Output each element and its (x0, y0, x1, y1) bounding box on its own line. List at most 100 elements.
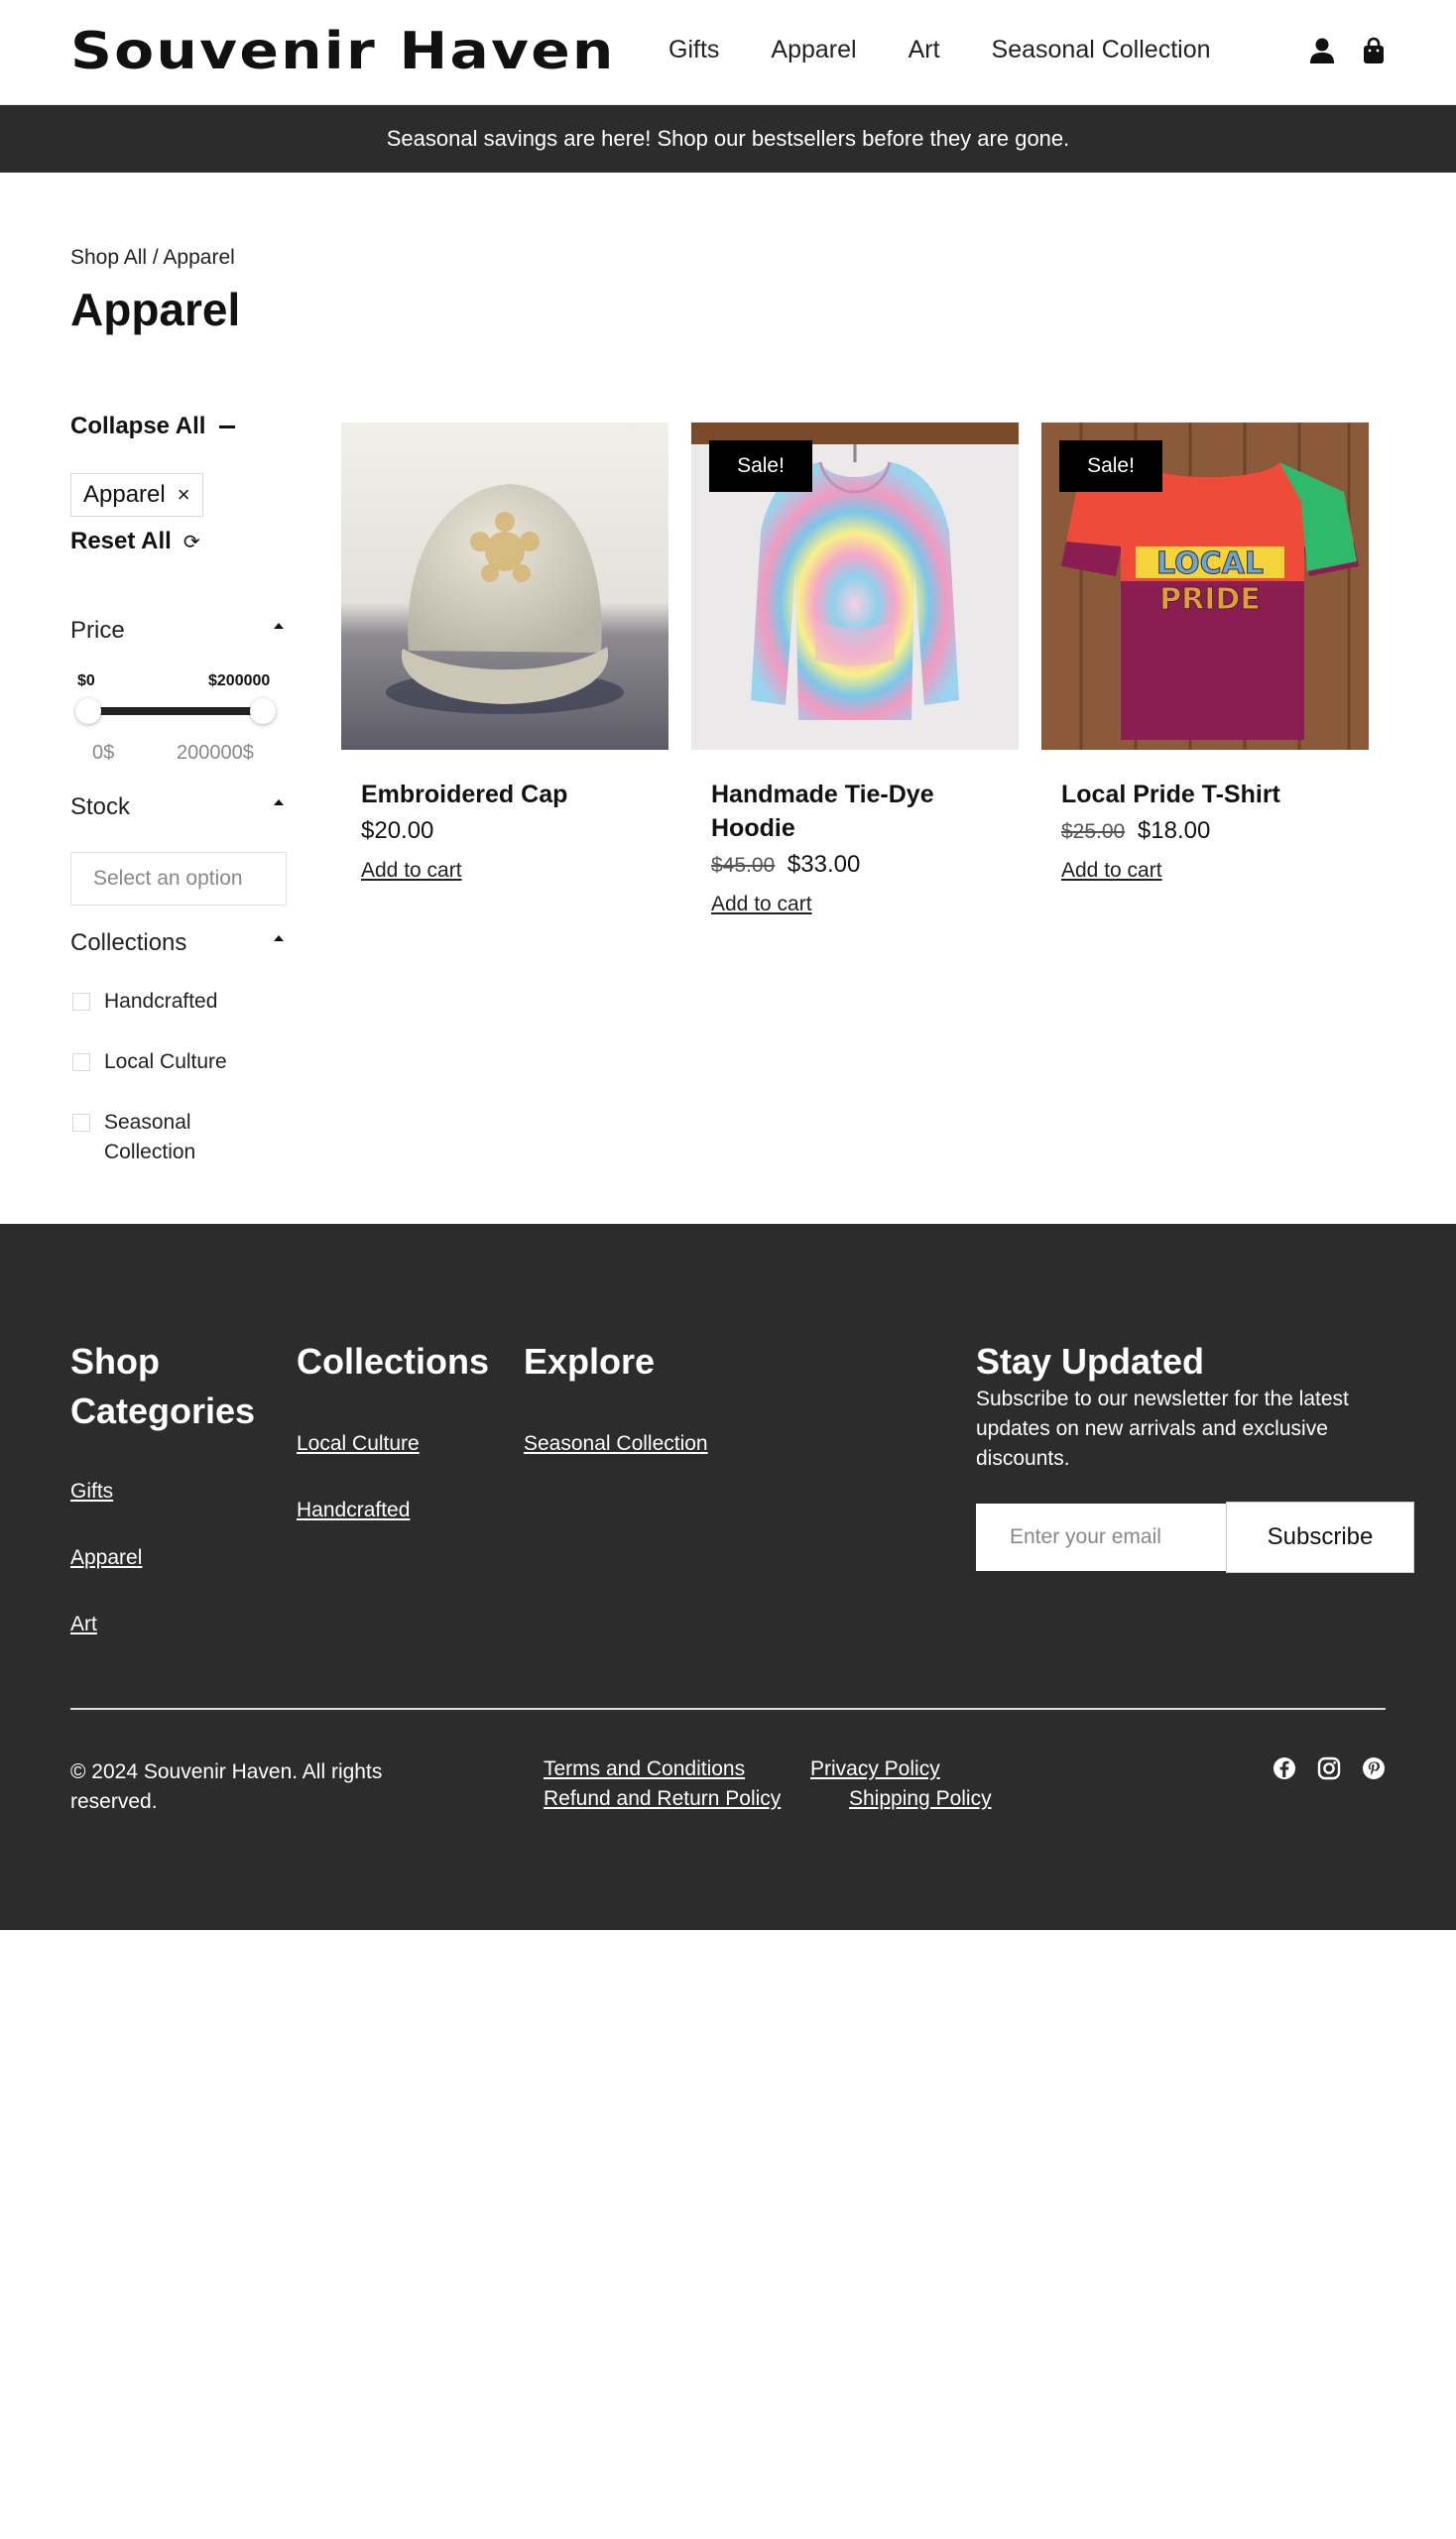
announcement-bar: Seasonal savings are here! Shop our best… (0, 105, 1456, 173)
checkbox[interactable] (72, 1053, 90, 1071)
price-min-input[interactable]: 0$ (92, 742, 114, 765)
add-to-cart-button[interactable]: Add to cart (361, 859, 462, 883)
newsletter-description: Subscribe to our newsletter for the late… (976, 1388, 1349, 1470)
reset-all-button[interactable]: Reset All ⟳ (70, 528, 200, 555)
refund-policy-link[interactable]: Refund and Return Policy (544, 1787, 781, 1811)
product-name[interactable]: Handmade Tie-Dye Hoodie (711, 778, 999, 845)
original-price: $45.00 (711, 854, 776, 877)
add-to-cart-button[interactable]: Add to cart (1061, 859, 1162, 883)
product-card[interactable]: Sale! Handmade Tie-Dye Hoodie $45.00 $33… (691, 423, 1019, 916)
price-min-label: $0 (77, 672, 95, 689)
site-logo[interactable]: Souvenir Haven (70, 22, 616, 81)
product-card[interactable]: Embroidered Cap $20.00 Add to cart (341, 423, 668, 883)
collection-option-handcrafted[interactable]: Handcrafted (72, 987, 291, 1017)
nav-art[interactable]: Art (909, 36, 940, 64)
footer-shop-categories: Shop Categories (70, 1337, 279, 1436)
newsletter-heading: Stay Updated (976, 1341, 1205, 1382)
account-icon[interactable] (1307, 36, 1337, 65)
email-placeholder: Enter your email (1010, 1525, 1161, 1548)
collections-filter-toggle[interactable]: Collections (70, 929, 284, 957)
footer-heading: Shop Categories (70, 1341, 256, 1431)
active-filter-chip[interactable]: Apparel × (70, 473, 203, 517)
chevron-up-icon (274, 623, 284, 629)
refresh-icon: ⟳ (182, 531, 200, 553)
collections-filter-label: Collections (70, 929, 187, 956)
original-price: $25.00 (1061, 820, 1126, 843)
footer-divider (70, 1708, 1386, 1710)
footer-link-local-culture[interactable]: Local Culture (297, 1432, 420, 1456)
sale-badge: Sale! (709, 440, 812, 492)
facebook-icon[interactable] (1272, 1755, 1297, 1781)
footer-heading: Collections (297, 1341, 490, 1382)
page-title: Apparel (70, 284, 241, 335)
subscribe-button[interactable]: Subscribe (1226, 1502, 1414, 1573)
product-image-hoodie[interactable]: Sale! (691, 423, 1019, 750)
terms-link[interactable]: Terms and Conditions (544, 1757, 745, 1781)
close-icon[interactable]: × (178, 482, 190, 508)
price-max-label: $200000 (208, 672, 271, 689)
collection-option-label: Handcrafted (104, 990, 218, 1013)
email-input[interactable]: Enter your email (976, 1504, 1226, 1571)
stock-filter-label: Stock (70, 793, 131, 820)
collapse-all-label: Collapse All (70, 413, 206, 439)
stock-select[interactable]: Select an option (70, 852, 287, 906)
footer-collections: Collections (297, 1337, 489, 1387)
nav-seasonal-collection[interactable]: Seasonal Collection (992, 36, 1211, 64)
breadcrumb[interactable]: Shop All / Apparel (70, 246, 235, 270)
tshirt-print-line-1: LOCAL (1156, 546, 1264, 581)
product-card[interactable]: LOCAL PRIDE Sale! Local Pride T-Shirt $2… (1041, 423, 1369, 883)
price-slider-track[interactable] (88, 707, 263, 715)
footer-explore: Explore (524, 1337, 655, 1387)
main-nav: Gifts Apparel Art Seasonal Collection (668, 36, 1263, 64)
footer-newsletter: Stay Updated (976, 1337, 1204, 1387)
cart-icon[interactable] (1359, 36, 1389, 65)
sale-badge: Sale! (1059, 440, 1162, 492)
footer-link-apparel[interactable]: Apparel (70, 1546, 142, 1570)
copyright: © 2024 Souvenir Haven. All rights reserv… (70, 1760, 383, 1813)
product-image-tshirt[interactable]: LOCAL PRIDE Sale! (1041, 423, 1369, 750)
current-price: $20.00 (361, 817, 434, 844)
site-header: Souvenir Haven Gifts Apparel Art Seasona… (0, 0, 1456, 105)
footer-link-seasonal-collection[interactable]: Seasonal Collection (524, 1432, 708, 1456)
collection-option-local-culture[interactable]: Local Culture (72, 1047, 291, 1077)
reset-all-label: Reset All (70, 528, 172, 554)
footer-link-gifts[interactable]: Gifts (70, 1480, 113, 1504)
footer-link-art[interactable]: Art (70, 1613, 97, 1636)
product-price: $20.00 (361, 817, 668, 845)
stock-select-placeholder: Select an option (93, 867, 243, 890)
pinterest-icon[interactable] (1361, 1755, 1387, 1781)
tshirt-print-line-2: PRIDE (1159, 582, 1261, 617)
checkbox[interactable] (72, 993, 90, 1011)
shipping-policy-link[interactable]: Shipping Policy (849, 1787, 992, 1811)
current-price: $33.00 (787, 851, 861, 878)
site-footer: Shop Categories Gifts Apparel Art Collec… (0, 1224, 1456, 1930)
nav-gifts[interactable]: Gifts (668, 36, 719, 64)
checkbox[interactable] (72, 1114, 90, 1132)
current-price: $18.00 (1137, 817, 1211, 844)
active-filter-label: Apparel (83, 481, 166, 508)
collapse-all-button[interactable]: Collapse All (70, 413, 236, 440)
instagram-icon[interactable] (1316, 1755, 1342, 1781)
chevron-up-icon (274, 799, 284, 805)
product-price: $45.00 $33.00 (711, 851, 1019, 879)
product-name[interactable]: Embroidered Cap (361, 778, 649, 811)
footer-link-handcrafted[interactable]: Handcrafted (297, 1499, 410, 1522)
privacy-link[interactable]: Privacy Policy (810, 1757, 940, 1781)
collection-option-label: Local Culture (104, 1050, 227, 1073)
product-price: $25.00 $18.00 (1061, 817, 1369, 845)
price-slider-max-handle[interactable] (250, 698, 276, 724)
stock-filter-toggle[interactable]: Stock (70, 793, 284, 821)
minus-icon (219, 424, 236, 428)
footer-heading: Explore (524, 1341, 656, 1382)
price-max-input[interactable]: 200000$ (177, 742, 254, 765)
price-filter-label: Price (70, 617, 125, 644)
price-slider-min-handle[interactable] (75, 698, 101, 724)
price-filter-toggle[interactable]: Price (70, 617, 284, 645)
nav-apparel[interactable]: Apparel (771, 36, 856, 64)
chevron-up-icon (274, 935, 284, 941)
product-name[interactable]: Local Pride T-Shirt (1061, 778, 1349, 811)
product-image-cap[interactable] (341, 423, 668, 750)
collection-option-seasonal-collection[interactable]: Seasonal Collection (72, 1108, 231, 1167)
add-to-cart-button[interactable]: Add to cart (711, 893, 812, 916)
collection-option-label: Seasonal Collection (104, 1111, 196, 1163)
